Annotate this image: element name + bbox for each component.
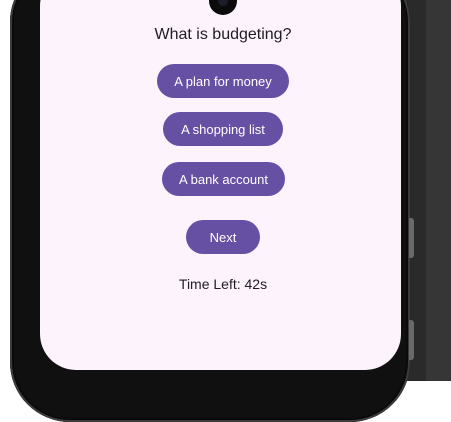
background-panel-edge bbox=[426, 0, 451, 381]
phone-frame: • • • ▢ ▾ ◢ ▮ What is budgeting? A plan … bbox=[10, 0, 410, 422]
camera-lens bbox=[218, 0, 228, 6]
side-button-power bbox=[409, 320, 414, 360]
side-button-volume bbox=[409, 218, 414, 258]
front-camera-icon bbox=[209, 0, 237, 15]
next-button[interactable]: Next bbox=[186, 220, 260, 254]
answer-option-shopping-list[interactable]: A shopping list bbox=[163, 112, 283, 146]
time-left-label: Time Left: 42s bbox=[178, 276, 268, 292]
question-text: What is budgeting? bbox=[154, 26, 292, 43]
answer-option-bank-account[interactable]: A bank account bbox=[162, 162, 285, 196]
answer-option-plan-for-money[interactable]: A plan for money bbox=[157, 64, 289, 98]
app-screen: • • • ▢ ▾ ◢ ▮ What is budgeting? A plan … bbox=[40, 0, 401, 370]
